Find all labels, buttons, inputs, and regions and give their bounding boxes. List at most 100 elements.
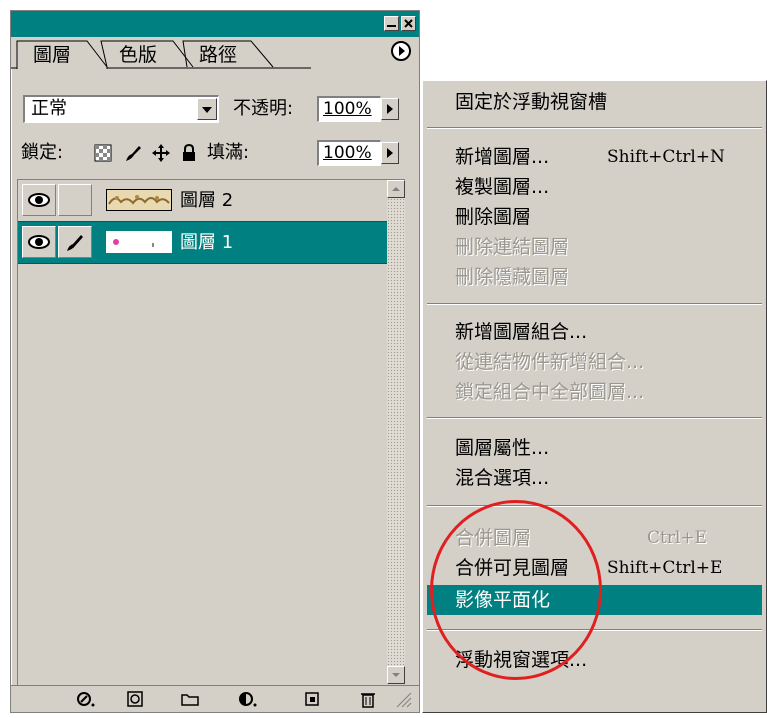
menu-item-shortcut: Shift+Ctrl+N [607, 147, 725, 167]
menu-item-label: 圖層屬性... [455, 437, 550, 459]
resize-grip-icon[interactable] [393, 690, 413, 708]
layer-name: 圖層 2 [180, 190, 234, 211]
visibility-toggle[interactable] [22, 184, 56, 216]
opacity-input[interactable]: 100% [317, 96, 381, 122]
menu-separator [427, 127, 762, 129]
folder-icon[interactable] [179, 690, 201, 708]
menu-item-delete-layer[interactable]: 刪除圖層 [427, 202, 762, 232]
panel-menu-button[interactable] [391, 41, 411, 61]
eye-icon [28, 193, 50, 207]
chevron-down-icon[interactable] [197, 98, 217, 120]
arrow-down-icon [392, 673, 400, 677]
tab-layers-label: 圖層 [33, 44, 72, 66]
fill-label: 填滿: [207, 142, 250, 163]
lock-row: 鎖定: 填滿: 100% [11, 133, 419, 173]
menu-item-duplicate-layer[interactable]: 複製圖層... [427, 172, 762, 202]
layers-panel: 圖層 色版 路徑 正常 不透明: 100% 鎖定: 填滿: 100% 圖層 2 … [10, 10, 420, 713]
tab-channels[interactable]: 色版 [111, 41, 165, 69]
opacity-label: 不透明: [233, 98, 294, 119]
blend-row: 正常 不透明: 100% [11, 89, 419, 129]
menu-item-label: 混合選項... [455, 467, 550, 489]
screenshot-root: 圖層 色版 路徑 正常 不透明: 100% 鎖定: 填滿: 100% 圖層 2 … [0, 0, 767, 718]
menu-item-label: 新增圖層... [455, 146, 550, 168]
menu-item-lock-all-layers-in-set: 鎖定組合中全部圖層... [427, 377, 762, 407]
menu-item-label: 新增圖層組合... [455, 321, 588, 343]
layer-row[interactable]: 圖層 2 [18, 180, 388, 222]
layer-style-icon[interactable] [75, 690, 97, 708]
new-layer-icon[interactable] [301, 690, 323, 708]
menu-item-label: 合併可見圖層 [455, 557, 570, 579]
eye-icon [28, 235, 50, 249]
panel-bottom-bar [11, 685, 419, 712]
fill-value: 100% [323, 143, 372, 163]
arrow-up-icon [392, 187, 400, 191]
tab-paths-label: 路徑 [199, 44, 238, 66]
link-toggle[interactable] [58, 184, 92, 216]
menu-item-layer-properties[interactable]: 圖層屬性... [427, 433, 762, 463]
fill-input[interactable]: 100% [317, 140, 381, 166]
minimize-icon [387, 25, 396, 27]
lock-label: 鎖定: [21, 142, 64, 163]
layer-name: 圖層 1 [180, 232, 234, 253]
link-toggle[interactable] [58, 226, 92, 258]
minimize-button[interactable] [384, 16, 399, 31]
layer-thumbnail [106, 231, 172, 253]
fill-arrow-button[interactable] [381, 142, 399, 164]
menu-item-new-layer[interactable]: 新增圖層... Shift+Ctrl+N [427, 142, 762, 172]
menu-item-label: 從連結物件新增組合... [455, 351, 645, 373]
panel-tabs: 圖層 色版 路徑 [11, 37, 419, 69]
menu-item-merge-down: 合併圖層 Ctrl+E [427, 523, 762, 553]
brush-icon [67, 235, 83, 251]
lock-icon[interactable] [179, 143, 199, 163]
visibility-toggle[interactable] [22, 226, 56, 258]
brush-icon[interactable] [123, 143, 143, 163]
menu-item-label: 鎖定組合中全部圖層... [455, 381, 645, 403]
move-icon[interactable] [151, 143, 171, 163]
layers-scrollbar[interactable] [387, 180, 405, 684]
blend-mode-select[interactable]: 正常 [23, 95, 219, 123]
menu-item-delete-hidden-layers: 刪除隱藏圖層 [427, 262, 762, 292]
menu-item-label: 刪除隱藏圖層 [455, 266, 570, 288]
menu-separator [427, 629, 762, 631]
opacity-arrow-button[interactable] [381, 98, 399, 120]
layer-mask-icon[interactable] [125, 690, 147, 708]
layer-thumbnail [106, 189, 172, 211]
menu-item-dock-to-palette-well[interactable]: 固定於浮動視窗槽 [427, 87, 762, 117]
tab-layers[interactable]: 圖層 [25, 41, 79, 69]
menu-item-label: 影像平面化 [455, 589, 551, 611]
menu-item-new-layer-set[interactable]: 新增圖層組合... [427, 317, 762, 347]
menu-separator [427, 303, 762, 305]
tab-channels-label: 色版 [119, 44, 158, 66]
menu-item-shortcut: Shift+Ctrl+E [607, 558, 723, 578]
menu-item-label: 合併圖層 [455, 527, 532, 549]
scroll-down-button[interactable] [387, 666, 405, 684]
scroll-up-button[interactable] [387, 180, 405, 198]
menu-separator [427, 417, 762, 419]
menu-item-merge-visible[interactable]: 合併可見圖層 Shift+Ctrl+E [427, 553, 762, 583]
close-button[interactable] [401, 16, 416, 31]
lock-transparency-icon[interactable] [93, 143, 113, 163]
menu-item-shortcut: Ctrl+E [647, 528, 708, 548]
adjustment-layer-icon[interactable] [237, 690, 259, 708]
menu-item-blending-options[interactable]: 混合選項... [427, 463, 762, 493]
menu-item-label: 刪除圖層 [455, 206, 532, 228]
panel-titlebar[interactable] [11, 11, 419, 37]
menu-item-label: 刪除連結圖層 [455, 236, 570, 258]
layer-row[interactable]: 圖層 1 [18, 222, 388, 264]
layers-context-menu: 固定於浮動視窗槽 新增圖層... Shift+Ctrl+N 複製圖層... 刪除圖… [422, 80, 767, 713]
layer-thumbnail-image [107, 190, 171, 210]
menu-item-palette-options[interactable]: 浮動視窗選項... [427, 645, 762, 675]
menu-item-new-set-from-linked: 從連結物件新增組合... [427, 347, 762, 377]
trash-icon[interactable] [357, 690, 379, 708]
opacity-value: 100% [323, 99, 372, 119]
menu-item-flatten-image[interactable]: 影像平面化 [427, 585, 762, 615]
menu-item-delete-linked-layers: 刪除連結圖層 [427, 232, 762, 262]
menu-item-label: 浮動視窗選項... [455, 649, 588, 671]
layer-thumbnail-image [108, 233, 170, 251]
tab-paths[interactable]: 路徑 [191, 41, 245, 69]
layers-list: 圖層 2 圖層 1 [17, 179, 405, 685]
close-icon [404, 19, 413, 28]
menu-item-label: 固定於浮動視窗槽 [455, 91, 608, 113]
blend-mode-value: 正常 [31, 98, 67, 119]
menu-item-label: 複製圖層... [455, 176, 550, 198]
